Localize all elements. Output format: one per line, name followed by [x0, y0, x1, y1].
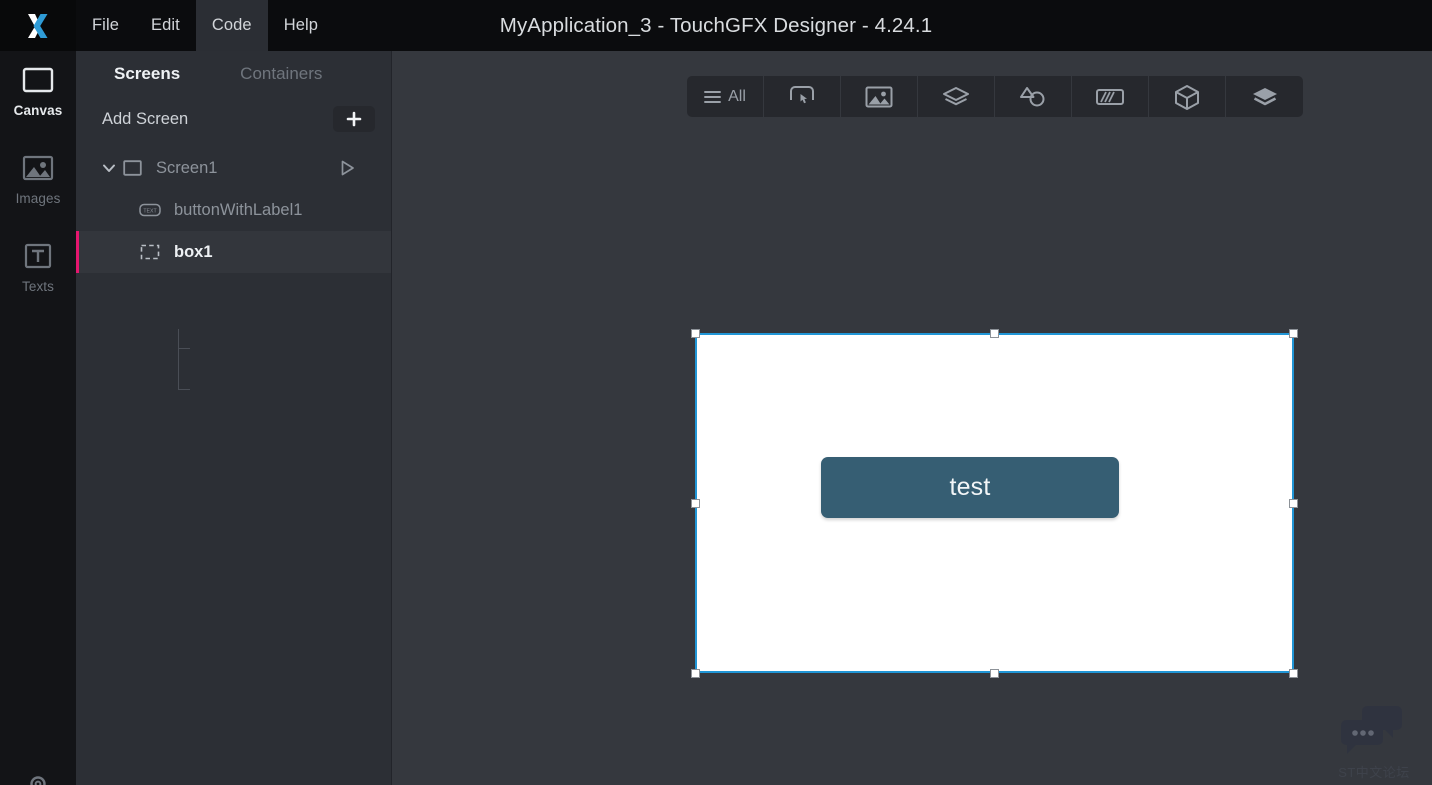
- text-t-box-icon: [21, 241, 55, 271]
- app-logo[interactable]: [0, 0, 76, 51]
- panel-tabs: Screens Containers: [76, 51, 391, 97]
- menu-code[interactable]: Code: [195, 0, 268, 51]
- box-dashed-icon: [138, 244, 162, 260]
- shapes-icon: [1020, 86, 1045, 106]
- tree-row-buttonwithlabel1[interactable]: TEXT buttonWithLabel1: [76, 189, 391, 231]
- tree-label-screen1: Screen1: [156, 158, 218, 177]
- image-picture-icon: [21, 153, 55, 183]
- chat-bubbles-icon: [1341, 706, 1402, 754]
- widget-tree: Screen1 TEXT buttonWithLabel1 box1: [76, 147, 391, 390]
- menu-bar: MyApplication_3 - TouchGFX Designer - 4.…: [0, 0, 1432, 51]
- tab-containers[interactable]: Containers: [240, 64, 322, 84]
- resize-handle-sw[interactable]: [691, 669, 700, 678]
- tree-guide-tick: [178, 348, 190, 349]
- rail-item-texts[interactable]: Texts: [0, 227, 76, 315]
- filter-images-button[interactable]: [841, 76, 918, 117]
- tab-screens[interactable]: Screens: [114, 64, 180, 84]
- menu-help[interactable]: Help: [268, 0, 334, 51]
- cube-3d-icon: [1175, 84, 1199, 110]
- play-triangle-icon: [341, 160, 354, 176]
- watermark-text: ST中文论坛: [1338, 765, 1410, 780]
- touchgfx-x-logo-icon: [28, 13, 48, 38]
- chevron-down-icon[interactable]: [98, 161, 120, 175]
- filter-all-label: All: [728, 87, 746, 105]
- tree-row-box1[interactable]: box1: [76, 231, 391, 273]
- canvas-widget-buttonwithlabel1[interactable]: test: [821, 457, 1119, 518]
- tree-label-buttonwithlabel1: buttonWithLabel1: [174, 200, 303, 219]
- screens-panel: Screens Containers Add Screen Screen1 TE…: [76, 51, 392, 785]
- rail-label-canvas: Canvas: [13, 103, 63, 118]
- add-screen-button[interactable]: [333, 106, 375, 132]
- rail-item-images[interactable]: Images: [0, 139, 76, 227]
- menu-file[interactable]: File: [76, 0, 135, 51]
- layers-stack-icon: [943, 86, 969, 105]
- filter-containers-button[interactable]: [918, 76, 995, 117]
- resize-handle-w[interactable]: [691, 499, 700, 508]
- resize-handle-se[interactable]: [1289, 669, 1298, 678]
- filter-shapes-button[interactable]: [995, 76, 1072, 117]
- settings-gear-icon: [30, 776, 46, 785]
- filter-3d-button[interactable]: [1149, 76, 1226, 117]
- rail-label-texts: Texts: [21, 279, 54, 294]
- filter-buttons-button[interactable]: [764, 76, 841, 117]
- tree-guide-line: [178, 329, 179, 389]
- run-screen-button[interactable]: [337, 158, 357, 183]
- add-screen-label[interactable]: Add Screen: [102, 110, 188, 129]
- resize-handle-ne[interactable]: [1289, 329, 1298, 338]
- watermark: ST中文论坛: [1322, 689, 1426, 781]
- filter-progress-button[interactable]: [1072, 76, 1149, 117]
- resize-handle-n[interactable]: [990, 329, 999, 338]
- filter-all-button[interactable]: All: [687, 76, 764, 117]
- rail-item-settings[interactable]: [0, 769, 76, 785]
- screen-rectangle-icon: [120, 160, 144, 176]
- tree-row-screen1[interactable]: Screen1: [76, 147, 391, 189]
- menu-edit[interactable]: Edit: [135, 0, 196, 51]
- canvas-rectangle-icon: [21, 65, 55, 95]
- hamburger-list-icon: [704, 90, 722, 103]
- plus-icon: [346, 111, 362, 127]
- filter-misc-button[interactable]: [1226, 76, 1303, 117]
- add-screen-row: Add Screen: [76, 97, 391, 141]
- interaction-button-icon: [790, 85, 814, 103]
- selection-accent-bar: [76, 231, 79, 273]
- rail-item-canvas[interactable]: Canvas: [0, 51, 76, 139]
- app-window: MyApplication_3 - TouchGFX Designer - 4.…: [0, 0, 1432, 785]
- menu-items: File Edit Code Help: [76, 0, 334, 51]
- tree-label-box1: box1: [174, 242, 213, 261]
- resize-handle-e[interactable]: [1289, 499, 1298, 508]
- layers-stack-filled-icon: [1252, 87, 1277, 105]
- button-with-label-icon: TEXT: [138, 203, 162, 217]
- image-picture-icon: [865, 86, 893, 107]
- resize-handle-nw[interactable]: [691, 329, 700, 338]
- svg-text:TEXT: TEXT: [143, 208, 157, 214]
- left-icon-rail: Canvas Images Texts: [0, 51, 76, 785]
- canvas-area[interactable]: All test ST中文论坛: [393, 51, 1432, 785]
- widget-filter-toolbar: All: [687, 76, 1303, 117]
- rail-label-images: Images: [15, 191, 61, 206]
- resize-handle-s[interactable]: [990, 669, 999, 678]
- gauge-progress-icon: [1096, 88, 1124, 105]
- tree-guide-tick: [178, 389, 190, 390]
